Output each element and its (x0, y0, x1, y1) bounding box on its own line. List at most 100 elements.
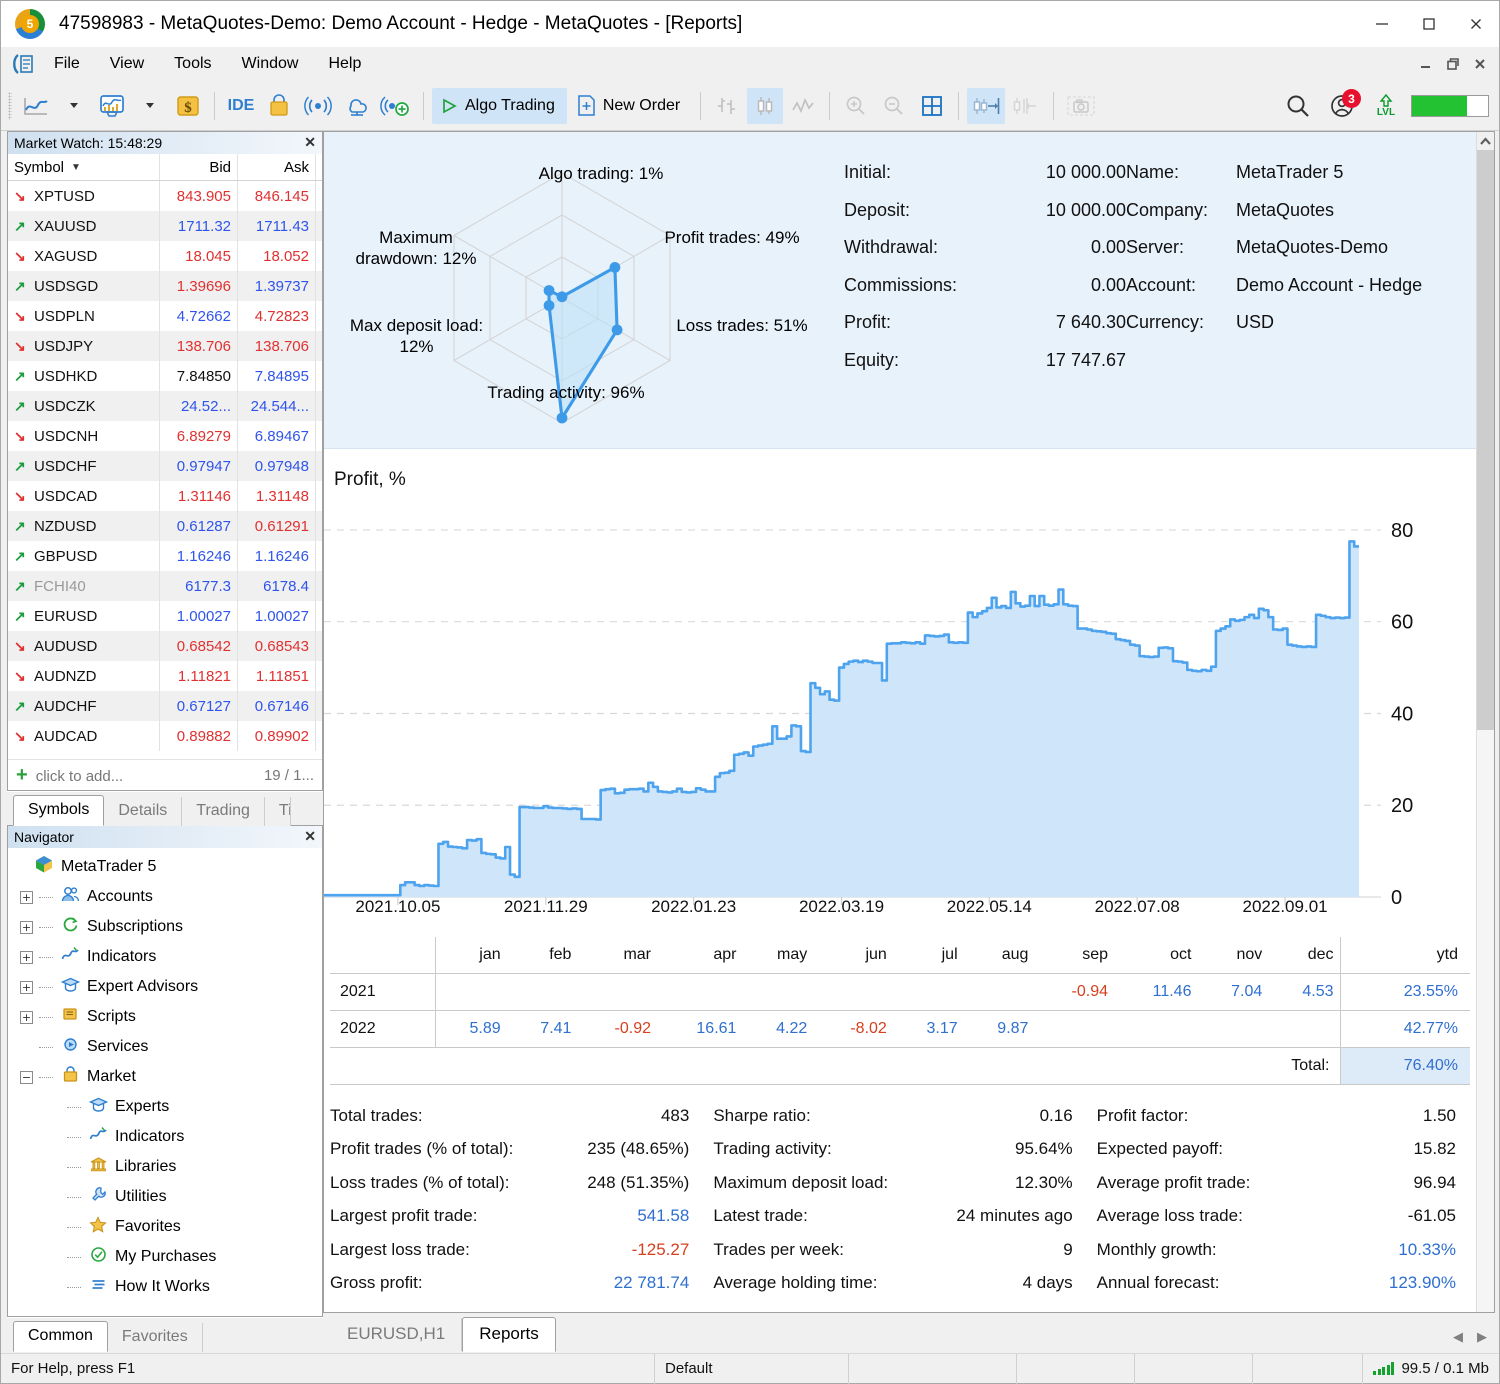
navigator-item-market[interactable]: −Market (8, 1062, 322, 1092)
column-ask[interactable]: Ask (238, 154, 316, 180)
tree-expander[interactable]: + (20, 921, 33, 934)
menu-tools[interactable]: Tools (161, 51, 224, 77)
navigator-item-indicators[interactable]: Indicators (8, 1122, 322, 1152)
screenshot-icon-button[interactable] (1062, 88, 1100, 124)
zoom-in-icon-button[interactable] (838, 88, 874, 124)
navigator-item-how-it-works[interactable]: How It Works (8, 1272, 322, 1302)
navigator-item-expert-advisors[interactable]: +Expert Advisors (8, 972, 322, 1002)
menu-file[interactable]: File (41, 51, 93, 77)
chart-style-dropdown[interactable] (132, 88, 168, 124)
lvl-icon-button[interactable]: LVL (1368, 88, 1404, 124)
tab-ticks[interactable]: Tic (265, 797, 291, 826)
navigator-root[interactable]: MetaTrader 5 (8, 852, 322, 882)
grid-icon-button[interactable] (914, 88, 950, 124)
market-watch-row[interactable]: ↘USDCAD1.311461.31148 (8, 481, 322, 511)
copy-signals-icon-button[interactable] (377, 88, 415, 124)
menu-help[interactable]: Help (315, 51, 374, 77)
tab-eurusd-h1[interactable]: EURUSD,H1 (331, 1318, 462, 1351)
menu-window[interactable]: Window (229, 51, 312, 77)
tab-scroll-right-icon[interactable]: ▶ (1477, 1329, 1487, 1345)
line-chart-icon-button[interactable] (785, 88, 821, 124)
tree-expander[interactable]: + (20, 981, 33, 994)
tree-expander[interactable]: + (20, 1011, 33, 1024)
navigator-item-libraries[interactable]: Libraries (8, 1152, 322, 1182)
market-watch-row[interactable]: ↗EURUSD1.000271.00027 (8, 601, 322, 631)
tab-common[interactable]: Common (13, 1321, 108, 1352)
market-watch-row[interactable]: ↘USDJPY138.706138.706 (8, 331, 322, 361)
navigator-item-subscriptions[interactable]: +Subscriptions (8, 912, 322, 942)
market-watch-row[interactable]: ↗XAUUSD1711.321711.43 (8, 211, 322, 241)
navigator-item-services[interactable]: Services (8, 1032, 322, 1062)
signals-icon-button[interactable] (299, 88, 337, 124)
close-button[interactable] (1452, 1, 1499, 47)
ide-button[interactable]: IDE (223, 88, 259, 124)
market-watch-row[interactable]: ↗NZDUSD0.612870.61291 (8, 511, 322, 541)
scrollbar-thumb[interactable] (1477, 150, 1494, 730)
market-watch-row[interactable]: ↗USDCHF0.979470.97948 (8, 451, 322, 481)
market-watch-row[interactable]: ↘USDCNH6.892796.89467 (8, 421, 322, 451)
navigator-item-my-purchases[interactable]: My Purchases (8, 1242, 322, 1272)
vps-cloud-icon-button[interactable] (339, 88, 375, 124)
market-watch-row[interactable]: ↗AUDCHF0.671270.67146 (8, 691, 322, 721)
navigator-item-utilities[interactable]: Utilities (8, 1182, 322, 1212)
profile-icon-button[interactable]: 3 (1324, 88, 1360, 124)
market-bag-icon-button[interactable] (261, 88, 297, 124)
navigator-close-icon[interactable]: ✕ (304, 828, 316, 845)
market-watch-row[interactable]: ↗FCHI406177.36178.4 (8, 571, 322, 601)
market-watch-row[interactable]: ↘XAGUSD18.04518.052 (8, 241, 322, 271)
menu-view[interactable]: View (97, 51, 157, 77)
tab-scroll-left-icon[interactable]: ◀ (1453, 1329, 1463, 1345)
new-order-button[interactable]: New Order (569, 88, 692, 124)
toolbar-grip[interactable] (8, 92, 12, 120)
chart-line-dropdown[interactable] (56, 88, 92, 124)
scrollbar-track[interactable] (1477, 150, 1494, 1312)
navigator-item-experts[interactable]: Experts (8, 1092, 322, 1122)
bid-price: 6.89279 (160, 421, 238, 451)
market-watch-row[interactable]: ↗USDCZK24.52...24.544... (8, 391, 322, 421)
mdi-minimize-button[interactable] (1412, 49, 1439, 79)
navigator-item-indicators[interactable]: +Indicators (8, 942, 322, 972)
tree-expander[interactable]: + (20, 951, 33, 964)
chart-shift-icon-button[interactable] (1007, 88, 1045, 124)
market-watch-row[interactable]: ↘AUDNZD1.118211.11851 (8, 661, 322, 691)
search-icon-button[interactable] (1280, 88, 1316, 124)
tree-expander[interactable]: + (20, 891, 33, 904)
tree-expander[interactable]: − (20, 1071, 33, 1084)
chart-style-icon-button[interactable] (94, 88, 130, 124)
dollar-icon-button[interactable]: $ (170, 88, 206, 124)
market-watch-row[interactable]: ↘AUDCAD0.898820.89902 (8, 721, 322, 751)
market-watch-row[interactable]: ↘XPTUSD843.905846.145 (8, 181, 322, 211)
market-watch-add-row[interactable]: +click to add... 19 / 1... (8, 759, 322, 790)
market-watch-row[interactable]: ↗USDSGD1.396961.39737 (8, 271, 322, 301)
market-watch-row[interactable]: ↗USDHKD7.848507.84895 (8, 361, 322, 391)
candlestick-chart-icon-button[interactable] (747, 88, 783, 124)
tab-reports[interactable]: Reports (462, 1317, 556, 1352)
market-watch-row[interactable]: ↘AUDUSD0.685420.68543 (8, 631, 322, 661)
market-watch-row[interactable]: ↘USDPLN4.726624.72823 (8, 301, 322, 331)
bar-chart-icon-button[interactable] (709, 88, 745, 124)
zoom-out-icon-button[interactable] (876, 88, 912, 124)
column-symbol[interactable]: Symbol ▼ (8, 154, 160, 180)
scroll-up-arrow[interactable] (1477, 132, 1494, 150)
tab-details[interactable]: Details (104, 797, 182, 826)
tab-symbols[interactable]: Symbols (13, 795, 104, 826)
navigator-item-favorites[interactable]: Favorites (8, 1212, 322, 1242)
mdi-restore-button[interactable] (1439, 49, 1466, 79)
tab-trading[interactable]: Trading (182, 797, 265, 826)
account-value: 10 000.00 (996, 162, 1126, 183)
column-bid[interactable]: Bid (160, 154, 238, 180)
navigator-item-accounts[interactable]: +Accounts (8, 882, 322, 912)
market-watch-close-icon[interactable]: ✕ (304, 134, 316, 151)
symbol-name: AUDUSD (34, 638, 97, 655)
tab-favorites[interactable]: Favorites (108, 1323, 203, 1352)
market-watch-row[interactable]: ↗GBPUSD1.162461.16246 (8, 541, 322, 571)
algo-trading-button[interactable]: Algo Trading (432, 88, 567, 124)
status-profile[interactable]: Default (655, 1354, 849, 1384)
auto-scroll-icon-button[interactable] (967, 88, 1005, 124)
minimize-button[interactable] (1358, 1, 1405, 47)
navigator-item-scripts[interactable]: +Scripts (8, 1002, 322, 1032)
report-scrollbar[interactable] (1476, 132, 1494, 1312)
mdi-close-button[interactable] (1466, 49, 1493, 79)
maximize-button[interactable] (1405, 1, 1452, 47)
chart-line-icon-button[interactable] (18, 88, 54, 124)
